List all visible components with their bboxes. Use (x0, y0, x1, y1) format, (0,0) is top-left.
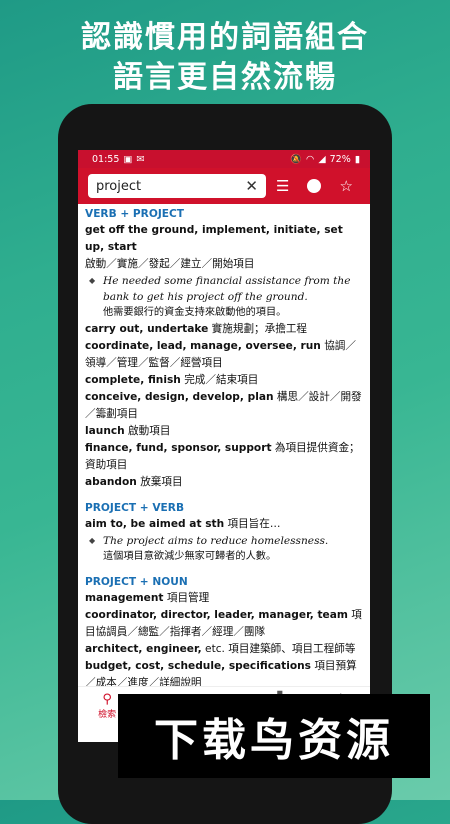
collocation-item: conceive, design, develop, plan 構思／設計／開發… (85, 391, 362, 420)
search-query: project (96, 178, 142, 194)
collocation-item: complete, finish 完成／結束項目 (85, 374, 259, 386)
app-screen: 01:55 ▣ ✉ 🔕 ◠ ◢ 72% ▮ project ✕ ☰ ☆ VERB… (78, 150, 370, 742)
collocation-item: coordinate, lead, manage, oversee, run 協… (85, 340, 356, 369)
star-icon[interactable]: ☆ (339, 177, 352, 195)
circle-icon[interactable] (307, 179, 322, 193)
example-translation: 這個項目意欲減少無家可歸者的人數。 (103, 551, 277, 562)
status-bar: 01:55 ▣ ✉ 🔕 ◠ ◢ 72% ▮ (78, 150, 370, 168)
collocation-translation: 啟動／實施／發起／建立／開始項目 (85, 258, 255, 270)
mute-icon: 🔕 (290, 153, 303, 165)
section-header: PROJECT + NOUN (85, 576, 188, 588)
battery-level: 72% (329, 153, 351, 165)
signal-icon: ◢ (318, 153, 326, 165)
status-time: 01:55 (92, 153, 120, 165)
collocation-item: get off the ground, implement, initiate,… (85, 222, 363, 273)
collocation-item: architect, engineer, etc. 項目建築師、項目工程師等 (85, 643, 356, 655)
wifi-icon: ◠ (306, 153, 315, 165)
headline-line-2: 語言更自然流暢 (113, 60, 337, 95)
collocation-words: get off the ground, implement, initiate,… (85, 224, 343, 253)
image-icon: ▣ (123, 153, 133, 165)
list-icon[interactable]: ☰ (276, 177, 289, 195)
search-input[interactable]: project ✕ (88, 174, 266, 198)
collocation-item: abandon 放棄項目 (85, 476, 183, 488)
example-sentence: ◆ The project aims to reduce homelessness… (89, 535, 329, 547)
example-translation: 他需要銀行的資金支持來啟動他的項目。 (103, 307, 287, 318)
collocation-item: finance, fund, sponsor, support 為項目提供資金；… (85, 442, 360, 471)
collocation-item: launch 啟動項目 (85, 425, 171, 437)
headline-line-1: 認識慣用的詞語組合 (81, 20, 369, 55)
collocation-item: aim to, be aimed at sth 項目旨在… (85, 518, 281, 530)
diamond-icon: ◆ (89, 536, 96, 545)
collocation-item: management 項目管理 (85, 592, 210, 604)
section-header: VERB + PROJECT (85, 208, 185, 220)
mail-icon: ✉ (136, 153, 145, 165)
diamond-icon: ◆ (89, 276, 96, 285)
collocation-item: coordinator, director, leader, manager, … (85, 609, 362, 638)
nav-search-label: 檢索 (98, 710, 117, 720)
watermark: 下载鸟资源 (118, 694, 430, 778)
battery-icon: ▮ (354, 153, 360, 165)
section-header: PROJECT + VERB (85, 502, 185, 514)
collocation-item: carry out, undertake 實施規劃；承擔工程 (85, 323, 308, 335)
headline: 認識慣用的詞語組合 語言更自然流暢 (0, 18, 450, 98)
clear-icon[interactable]: ✕ (245, 177, 258, 195)
example-sentence: ◆ He needed some financial assistance fro… (89, 275, 351, 303)
app-toolbar: project ✕ ☰ ☆ (78, 168, 370, 204)
dictionary-entry: VERB + PROJECT get off the ground, imple… (78, 204, 370, 692)
